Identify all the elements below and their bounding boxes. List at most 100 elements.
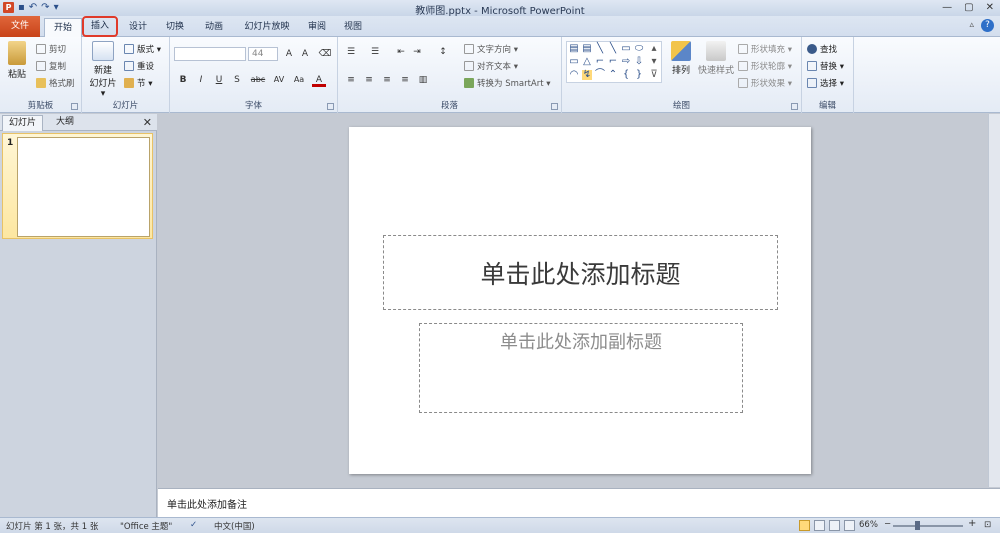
underline-button[interactable]: U <box>212 73 226 87</box>
justify-icon[interactable]: ≡ <box>398 73 412 87</box>
font-launcher-icon[interactable] <box>327 103 334 110</box>
font-name-combo[interactable] <box>174 47 246 61</box>
arrange-button[interactable]: 排列 <box>666 41 696 76</box>
shape-outline-button[interactable]: 形状轮廓 ▾ <box>738 59 792 73</box>
vtextbox-shape-icon[interactable]: ▤ <box>582 44 592 54</box>
normal-view-icon[interactable] <box>799 520 810 531</box>
layout-button[interactable]: 版式 ▾ <box>124 42 161 56</box>
font-color-button[interactable]: A <box>312 73 326 87</box>
numbering-icon[interactable]: ☰ <box>368 45 382 59</box>
right-arrow-shape-icon[interactable]: ⇨ <box>621 57 631 67</box>
oval-shape-icon[interactable]: ⬭ <box>634 44 644 54</box>
slideshow-view-icon[interactable] <box>844 520 855 531</box>
ribbon-minimize-icon[interactable]: ▵ <box>969 20 974 30</box>
align-left-icon[interactable]: ≡ <box>344 73 358 87</box>
cut-button[interactable]: 剪切 <box>36 42 66 56</box>
minimize-button[interactable]: — <box>942 1 952 14</box>
subtitle-placeholder[interactable]: 单击此处添加副标题 <box>419 323 743 413</box>
triangle-shape-icon[interactable]: △ <box>582 57 592 67</box>
change-case-button[interactable]: Aa <box>290 73 308 87</box>
slide-thumbnail-selected[interactable]: 1 <box>2 133 153 239</box>
arc-shape-icon[interactable]: ⌒ <box>595 70 605 80</box>
italic-button[interactable]: I <box>194 73 208 87</box>
title-placeholder[interactable]: 单击此处添加标题 <box>383 235 778 310</box>
font-size-combo[interactable]: 44 <box>248 47 278 61</box>
freeform-shape-icon[interactable]: ◠ <box>569 70 579 80</box>
tab-home[interactable]: 开始 <box>44 18 82 38</box>
elbow-shape-icon[interactable]: ⌐ <box>595 57 605 67</box>
tab-slideshow[interactable]: 幻灯片放映 <box>238 18 296 37</box>
shapes-gallery[interactable]: ▤ ▤ ╲ ╲ ▭ ⬭ ▭ △ ⌐ ⌐ ⇨ ⇩ ◠ ↯ ⌒ ⌃ { } ▴ ▾ … <box>566 41 662 83</box>
help-icon[interactable]: ? <box>981 19 994 32</box>
align-text-button[interactable]: 对齐文本 ▾ <box>464 59 518 73</box>
decrease-indent-icon[interactable]: ⇤ <box>394 45 408 59</box>
brace-right-shape-icon[interactable]: } <box>634 70 644 80</box>
clear-format-icon[interactable]: ⌫ <box>318 47 332 61</box>
notes-pane[interactable]: 单击此处添加备注 <box>158 488 1000 517</box>
paste-button[interactable]: 粘贴 <box>4 41 30 80</box>
slide-canvas[interactable]: 单击此处添加标题 单击此处添加副标题 <box>349 127 811 474</box>
zoom-slider-track[interactable] <box>893 525 963 527</box>
tab-file[interactable]: 文件 <box>0 16 40 37</box>
copy-button[interactable]: 复制 <box>36 59 66 73</box>
tab-insert[interactable]: 插入 <box>82 16 118 37</box>
tab-review[interactable]: 审阅 <box>302 18 332 37</box>
rounded-rect-shape-icon[interactable]: ▭ <box>569 57 579 67</box>
zoom-out-button[interactable]: − <box>884 519 891 529</box>
close-button[interactable]: ✕ <box>986 1 994 14</box>
reading-view-icon[interactable] <box>829 520 840 531</box>
shrink-font-icon[interactable]: A <box>298 47 312 61</box>
rectangle-shape-icon[interactable]: ▭ <box>621 44 631 54</box>
tab-design[interactable]: 设计 <box>122 18 154 37</box>
new-slide-button[interactable]: 新建 幻灯片 ▾ <box>86 41 120 99</box>
strikethrough-button[interactable]: abc <box>248 73 268 87</box>
language-status[interactable]: 中文(中国) <box>214 520 255 532</box>
grow-font-icon[interactable]: A <box>282 47 296 61</box>
tab-slides-thumbnails[interactable]: 幻灯片 <box>2 115 44 131</box>
gallery-up-icon[interactable]: ▴ <box>649 44 659 54</box>
reset-button[interactable]: 重设 <box>124 59 154 73</box>
scribble-shape-icon[interactable]: ↯ <box>582 70 592 80</box>
arrow-line-shape-icon[interactable]: ╲ <box>608 44 618 54</box>
align-center-icon[interactable]: ≡ <box>362 73 376 87</box>
columns-icon[interactable]: ▥ <box>416 73 430 87</box>
fit-to-window-icon[interactable]: ⊡ <box>984 520 991 530</box>
find-button[interactable]: 查找 <box>807 42 837 56</box>
maximize-button[interactable]: ▢ <box>964 1 973 14</box>
shadow-button[interactable]: S <box>230 73 244 87</box>
tab-view[interactable]: 视图 <box>338 18 368 37</box>
quick-styles-button[interactable]: 快速样式 <box>696 41 736 76</box>
slide-thumbnail[interactable] <box>17 137 150 237</box>
theme-status[interactable]: "Office 主题" <box>120 520 172 532</box>
text-direction-button[interactable]: 文字方向 ▾ <box>464 42 518 56</box>
bullets-icon[interactable]: ☰ <box>344 45 358 59</box>
slide-sorter-view-icon[interactable] <box>814 520 825 531</box>
close-panel-icon[interactable]: ✕ <box>143 116 152 129</box>
format-painter-button[interactable]: 格式刷 <box>36 76 75 90</box>
line-spacing-icon[interactable]: ↕ <box>436 45 450 59</box>
char-spacing-button[interactable]: AV <box>270 73 288 87</box>
paragraph-launcher-icon[interactable] <box>551 103 558 110</box>
zoom-level[interactable]: 66% <box>859 520 878 530</box>
align-right-icon[interactable]: ≡ <box>380 73 394 87</box>
shape-effects-button[interactable]: 形状效果 ▾ <box>738 76 792 90</box>
tab-transitions[interactable]: 切换 <box>158 18 192 37</box>
gallery-more-icon[interactable]: ⊽ <box>649 70 659 80</box>
bracket-shape-icon[interactable]: ⌃ <box>608 70 618 80</box>
gallery-down-icon[interactable]: ▾ <box>649 57 659 67</box>
shape-fill-button[interactable]: 形状填充 ▾ <box>738 42 792 56</box>
zoom-slider-thumb[interactable] <box>915 521 920 530</box>
tab-outline[interactable]: 大纲 <box>50 115 80 131</box>
clipboard-launcher-icon[interactable] <box>71 103 78 110</box>
spellcheck-icon[interactable]: ✓ <box>190 520 197 530</box>
bold-button[interactable]: B <box>176 73 190 87</box>
section-button[interactable]: 节 ▾ <box>124 76 152 90</box>
increase-indent-icon[interactable]: ⇥ <box>410 45 424 59</box>
down-arrow-shape-icon[interactable]: ⇩ <box>634 57 644 67</box>
textbox-shape-icon[interactable]: ▤ <box>569 44 579 54</box>
elbow-arrow-shape-icon[interactable]: ⌐ <box>608 57 618 67</box>
vertical-scrollbar[interactable] <box>988 114 1000 487</box>
brace-left-shape-icon[interactable]: { <box>621 70 631 80</box>
tab-animations[interactable]: 动画 <box>196 18 232 37</box>
select-button[interactable]: 选择 ▾ <box>807 76 844 90</box>
